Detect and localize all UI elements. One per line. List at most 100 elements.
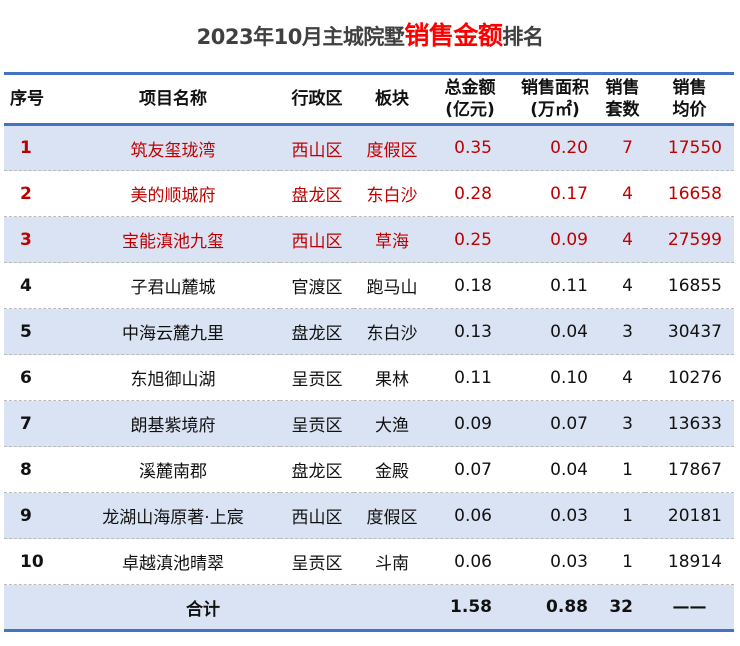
cell-area: 果林 [375,370,409,390]
header-no: 序号 [10,89,44,109]
cell-sqm: 0.11 [550,275,588,296]
cell-amount: 0.06 [454,551,492,572]
cell-price: 27599 [667,229,722,250]
cell-area: 斗南 [375,554,409,574]
table-row: 6 东旭御山湖 呈贡区 果林 0.11 0.10 4 10276 [4,355,734,401]
cell-sqm: 0.03 [550,505,588,526]
cell-sqm: 0.10 [550,367,588,388]
table-row: 7 朗基紫境府 呈贡区 大渔 0.09 0.07 3 13633 [4,400,734,447]
cell-no: 7 [20,413,32,434]
cell-district: 西山区 [291,508,343,528]
cell-sqm: 0.09 [550,229,588,250]
cell-units: 1 [622,459,633,480]
total-price: —— [672,597,707,617]
cell-units: 3 [622,413,633,434]
cell-sqm: 0.04 [550,321,588,342]
cell-area: 东白沙 [366,324,418,344]
cell-sqm: 0.07 [550,413,588,434]
header-district: 行政区 [291,89,343,109]
cell-sqm: 0.03 [550,551,588,572]
table-row: 10 卓越滇池晴翠 呈贡区 斗南 0.06 0.03 1 18914 [4,539,734,585]
header-name: 项目名称 [139,89,207,109]
cell-name: 东旭御山湖 [130,370,216,390]
total-sqm: 0.88 [546,597,588,617]
cell-price: 16658 [667,183,722,204]
table-row: 3 宝能滇池九玺 西山区 草海 0.25 0.09 4 27599 [4,216,734,263]
cell-no: 6 [20,367,32,388]
cell-amount: 0.28 [454,183,492,204]
cell-units: 4 [622,367,633,388]
cell-name: 朗基紫境府 [130,416,216,436]
total-row: 合计 1.58 0.88 32 —— [4,584,734,631]
total-units: 32 [609,597,633,617]
table-row: 1 筑友玺珑湾 西山区 度假区 0.35 0.20 7 17550 [4,124,734,171]
cell-name: 子君山麓城 [130,278,216,298]
ranking-table: 序号 项目名称 行政区 板块 总金额 (亿元) 销售面积 (万㎡) 销售 套数 … [4,72,734,632]
cell-units: 4 [622,275,633,296]
cell-district: 西山区 [291,232,343,252]
cell-units: 3 [622,321,633,342]
cell-price: 30437 [667,321,722,342]
cell-no: 1 [20,138,32,158]
page-title: 2023年10月主城院墅销售金额排名 [0,16,740,52]
cell-units: 4 [622,183,633,204]
title-suffix: 排名 [502,25,544,49]
total-empty-cell [354,585,430,631]
cell-amount: 0.35 [454,138,492,158]
cell-price: 16855 [667,275,722,296]
cell-price: 10276 [667,367,722,388]
cell-amount: 0.11 [454,367,492,388]
cell-amount: 0.09 [454,413,492,434]
cell-amount: 0.07 [454,459,492,480]
cell-no: 4 [20,275,32,296]
cell-district: 官渡区 [291,278,343,298]
cell-amount: 0.06 [454,505,492,526]
cell-area: 草海 [375,232,409,252]
total-empty-cell [4,585,66,631]
cell-no: 3 [20,229,32,250]
cell-area: 大渔 [375,416,409,436]
cell-sqm: 0.17 [550,183,588,204]
cell-area: 度假区 [366,140,418,161]
title-prefix: 2023年10月主城院墅 [196,25,405,49]
cell-area: 金殿 [375,462,409,482]
cell-price: 18914 [667,551,722,572]
cell-name: 溪麓南郡 [139,462,207,482]
table-row: 5 中海云麓九里 盘龙区 东白沙 0.13 0.04 3 30437 [4,308,734,355]
cell-no: 9 [20,505,32,526]
cell-sqm: 0.04 [550,459,588,480]
cell-name: 中海云麓九里 [122,324,224,344]
cell-no: 2 [20,183,32,204]
cell-amount: 0.13 [454,321,492,342]
header-price: 销售 均价 [672,78,707,120]
cell-district: 盘龙区 [291,186,343,206]
cell-amount: 0.18 [454,275,492,296]
cell-price: 17550 [667,138,722,158]
total-amount: 1.58 [450,597,492,617]
table-row: 4 子君山麓城 官渡区 跑马山 0.18 0.11 4 16855 [4,263,734,309]
total-empty-cell [280,585,354,631]
cell-district: 盘龙区 [291,324,343,344]
cell-price: 13633 [667,413,722,434]
cell-price: 17867 [667,459,722,480]
cell-amount: 0.25 [454,229,492,250]
cell-units: 4 [622,229,633,250]
header-area: 板块 [375,89,409,109]
cell-area: 跑马山 [366,278,418,298]
table-row: 2 美的顺城府 盘龙区 东白沙 0.28 0.17 4 16658 [4,171,734,217]
header-units: 销售 套数 [605,78,640,120]
cell-price: 20181 [667,505,722,526]
header-sqm: 销售面积 (万㎡) [521,78,589,120]
cell-district: 呈贡区 [291,370,343,390]
cell-name: 美的顺城府 [130,186,216,206]
cell-district: 呈贡区 [291,554,343,574]
cell-name: 宝能滇池九玺 [122,232,224,252]
cell-no: 5 [20,321,32,342]
cell-sqm: 0.20 [550,138,588,158]
cell-units: 7 [622,138,633,158]
cell-district: 盘龙区 [291,462,343,482]
cell-district: 呈贡区 [291,416,343,436]
cell-district: 西山区 [291,140,343,161]
cell-area: 东白沙 [366,186,418,206]
title-highlight: 销售金额 [404,21,503,50]
